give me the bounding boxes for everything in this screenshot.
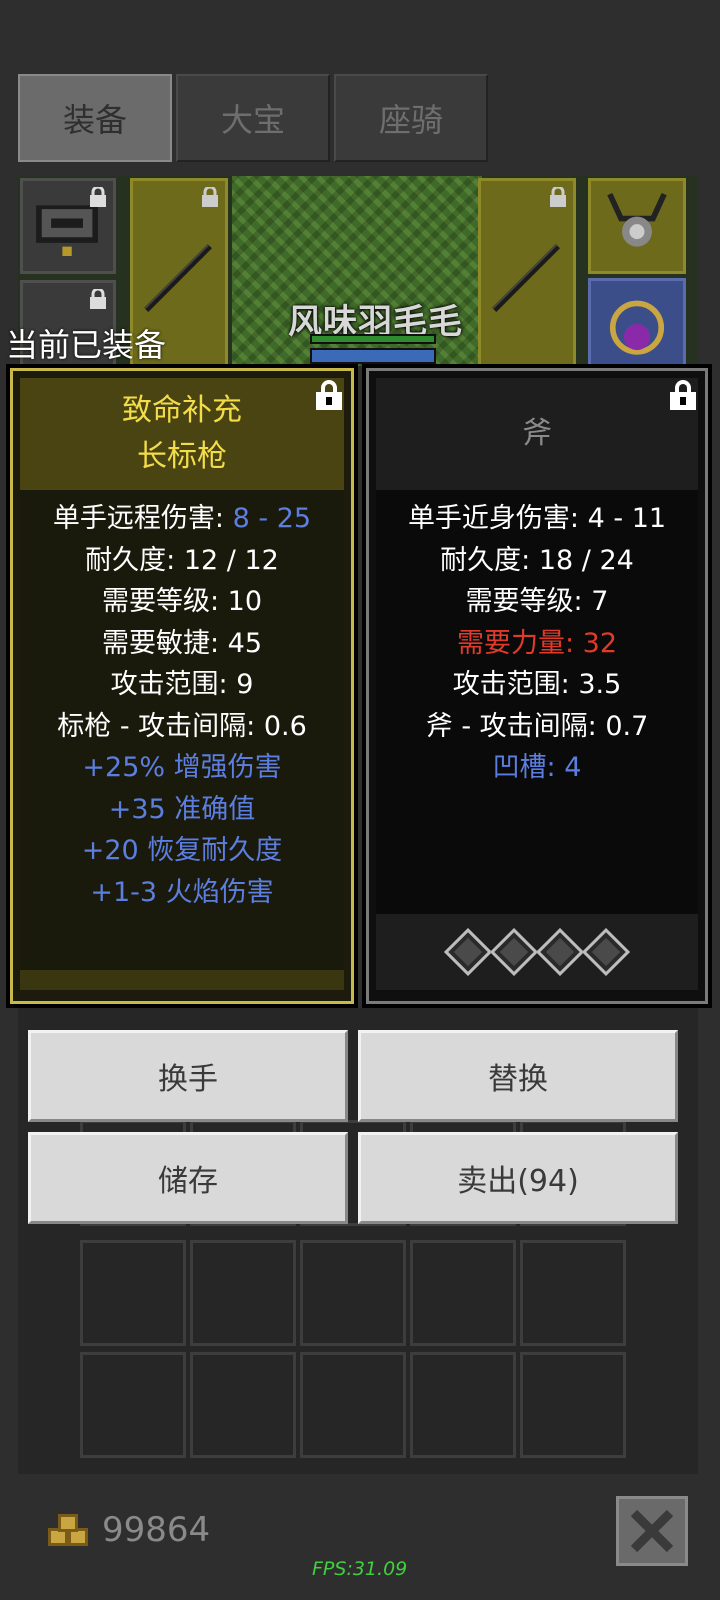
required-level-stat: 需要等级: 10 (101, 586, 263, 617)
compare-item-card: 斧 单手近身伤害: 4 - 11 耐久度: 18 / 24 需要等级: 7 需要… (362, 364, 712, 1008)
required-dex-stat: 需要敏捷: 45 (101, 627, 263, 659)
inventory-cell[interactable] (300, 1352, 406, 1458)
inventory-cell[interactable] (80, 1240, 186, 1346)
magic-mod: +1-3 火焰伤害 (90, 876, 274, 908)
inventory-cell[interactable] (80, 1352, 186, 1458)
tab-treasure[interactable]: 大宝 (176, 74, 330, 162)
weapon-slot-right[interactable] (478, 178, 576, 366)
coin-icon (48, 1514, 88, 1546)
durability-stat: 耐久度: 18 / 24 (440, 544, 634, 576)
lock-icon (90, 187, 106, 207)
required-level-stat: 需要等级: 7 (465, 586, 609, 617)
damage-stat: 单手远程伤害: 8 - 25 (52, 503, 312, 534)
item-stats: 单手远程伤害: 8 - 25 耐久度: 12 / 12 需要等级: 10 需要敏… (20, 490, 344, 990)
category-tabs: 装备 大宝 座骑 (18, 74, 488, 162)
card-footer (20, 970, 344, 990)
item-prefix: 致命补充 (122, 393, 242, 428)
swap-hand-button[interactable]: 换手 (28, 1030, 348, 1122)
inventory-cell[interactable] (520, 1240, 626, 1346)
helmet-slot[interactable] (20, 178, 116, 274)
inventory-cell[interactable] (410, 1240, 516, 1346)
lock-icon (550, 187, 566, 207)
equipped-item-card: 致命补充 长标枪 单手远程伤害: 8 - 25 耐久度: 12 / 12 需要等… (6, 364, 358, 1008)
item-name: 长标枪 (137, 439, 227, 474)
socket-icon (489, 927, 539, 977)
item-header: 致命补充 长标枪 (20, 378, 344, 490)
sockets-stat: 凹槽: 4 (492, 752, 582, 783)
socket-icon (581, 927, 631, 977)
currently-equipped-label: 当前已装备 (6, 326, 167, 364)
attack-speed-stat: 斧 - 攻击间隔: 0.7 (425, 710, 649, 742)
spear-icon (144, 244, 212, 312)
magic-mod: +20 恢复耐久度 (81, 835, 283, 866)
range-stat: 攻击范围: 9 (110, 669, 254, 700)
lock-icon[interactable] (670, 380, 696, 410)
item-header: 斧 (376, 378, 698, 490)
store-button[interactable]: 储存 (28, 1132, 348, 1224)
ring-slot[interactable] (588, 278, 686, 366)
socket-icon (443, 927, 493, 977)
range-stat: 攻击范围: 3.5 (452, 669, 622, 700)
damage-stat: 单手近身伤害: 4 - 11 (407, 503, 667, 534)
gold-amount: 99864 (102, 1510, 211, 1550)
close-button[interactable] (616, 1496, 688, 1566)
replace-button[interactable]: 替换 (358, 1030, 678, 1122)
amulet-slot[interactable] (588, 178, 686, 274)
ring-icon (609, 300, 665, 355)
sockets-bar (376, 914, 698, 990)
inventory-cell[interactable] (190, 1240, 296, 1346)
inventory-cell[interactable] (520, 1352, 626, 1458)
lock-icon[interactable] (316, 380, 342, 410)
attack-speed-stat: 标枪 - 攻击间隔: 0.6 (57, 710, 307, 742)
magic-mod: +25% 增强伤害 (82, 752, 282, 783)
lock-icon (90, 289, 106, 309)
item-name: 斧 (522, 416, 552, 451)
tab-mount[interactable]: 座骑 (334, 74, 488, 162)
inventory-cell[interactable] (300, 1240, 406, 1346)
item-stats: 单手近身伤害: 4 - 11 耐久度: 18 / 24 需要等级: 7 需要力量… (376, 490, 698, 990)
tab-equipment[interactable]: 装备 (18, 74, 172, 162)
mana-bar (310, 348, 436, 364)
spear-icon (492, 244, 560, 312)
lock-icon (202, 187, 218, 207)
fps-counter: FPS:31.09 (312, 1558, 408, 1580)
sell-button[interactable]: 卖出(94) (358, 1132, 678, 1224)
durability-stat: 耐久度: 12 / 12 (85, 544, 279, 576)
required-strength-stat: 需要力量: 32 (456, 627, 618, 659)
inventory-cell[interactable] (190, 1352, 296, 1458)
health-bar (310, 334, 436, 344)
inventory-cell[interactable] (410, 1352, 516, 1458)
magic-mod: +35 准确值 (108, 793, 256, 825)
amulet-icon (607, 192, 667, 247)
close-icon (630, 1509, 674, 1553)
socket-icon (535, 927, 585, 977)
